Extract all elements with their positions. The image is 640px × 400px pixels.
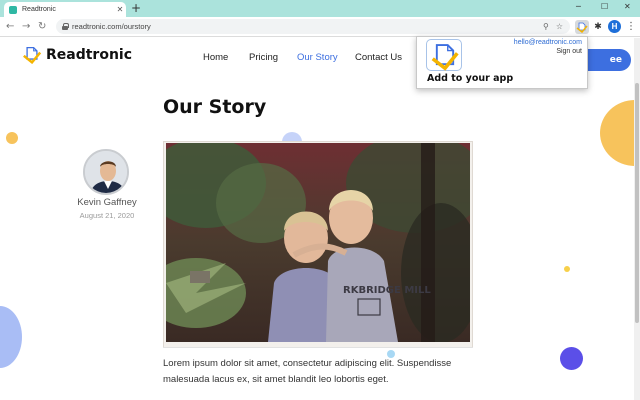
readtronic-logo-icon <box>23 46 42 64</box>
readtronic-favicon-icon <box>9 5 17 14</box>
extension-popup: hello@readtronic.com Sign out Add to you… <box>416 36 588 89</box>
extensions-puzzle-icon[interactable]: ✱ <box>591 20 605 34</box>
brand-logo-link[interactable]: Readtronic <box>22 46 132 64</box>
cta-label: ee <box>609 55 622 65</box>
decorative-circle <box>560 347 583 370</box>
address-bar[interactable]: readtronic.com/ourstory ⚲ ☆ <box>56 19 570 34</box>
zoom-icon[interactable]: ⚲ <box>543 22 549 31</box>
minimize-button[interactable]: ─ <box>576 1 581 13</box>
nav-pricing[interactable]: Pricing <box>249 52 278 63</box>
scrollbar-thumb[interactable] <box>635 83 639 323</box>
page-content: Readtronic Home Pricing Our Story Contac… <box>0 38 634 400</box>
readtronic-extension-icon <box>576 22 588 33</box>
author-avatar <box>83 149 129 195</box>
new-tab-button[interactable]: + <box>131 1 141 15</box>
decorative-circle <box>0 306 22 368</box>
sign-out-link[interactable]: Sign out <box>556 48 582 55</box>
tab-close-icon[interactable]: ✕ <box>114 5 126 14</box>
decorative-dot <box>6 132 18 144</box>
article-body: Lorem ipsum dolor sit amet, consectetur … <box>163 358 452 385</box>
url-text[interactable]: readtronic.com/ourstory <box>72 22 543 31</box>
brand-name: Readtronic <box>46 47 133 63</box>
add-to-app-button[interactable]: Add to your app <box>427 73 513 84</box>
shirt-text: RKBRIDGE MILL <box>343 285 431 296</box>
back-button[interactable]: ← <box>6 20 14 34</box>
tab-title: Readtronic <box>22 6 56 13</box>
readtronic-extension-button[interactable] <box>575 20 589 34</box>
decorative-circle <box>600 100 634 166</box>
browser-tab[interactable]: Readtronic ✕ <box>4 2 126 17</box>
browser-menu-icon[interactable]: ⋮ <box>626 20 636 34</box>
author-name: Kevin Gaffney <box>77 197 137 208</box>
popup-app-logo <box>426 39 462 71</box>
decorative-dot <box>564 266 570 272</box>
page-scrollbar[interactable] <box>634 38 640 400</box>
forward-button[interactable]: → <box>22 20 30 34</box>
window-close-button[interactable]: ✕ <box>624 1 631 13</box>
account-email: hello@readtronic.com <box>513 39 582 46</box>
browser-tab-strip: Readtronic ✕ + ─ ☐ ✕ <box>0 0 640 17</box>
readtronic-logo-icon <box>431 44 459 71</box>
page-title: Our Story <box>163 96 267 118</box>
browser-toolbar: ← → ↻ readtronic.com/ourstory ⚲ ☆ ✱ H ⋮ <box>0 17 640 37</box>
profile-avatar[interactable]: H <box>608 20 621 33</box>
photo-divider <box>163 347 473 348</box>
lock-icon[interactable] <box>62 23 69 30</box>
maximize-button[interactable]: ☐ <box>601 1 608 13</box>
nav-our-story[interactable]: Our Story <box>297 52 338 63</box>
bookmark-star-icon[interactable]: ☆ <box>556 22 563 31</box>
nav-contact-us[interactable]: Contact Us <box>355 52 402 63</box>
nav-home[interactable]: Home <box>203 52 228 63</box>
story-photo: RKBRIDGE MILL <box>163 141 473 348</box>
post-date: August 21, 2020 <box>79 211 135 220</box>
reload-button[interactable]: ↻ <box>38 20 46 34</box>
